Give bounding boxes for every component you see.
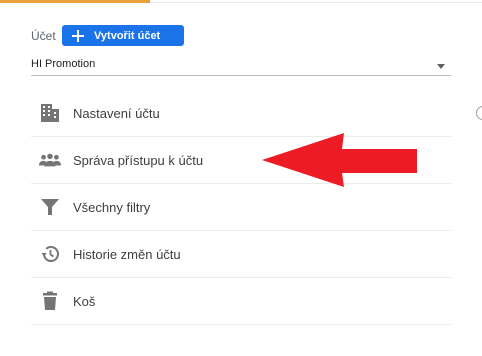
menu-item-account-settings[interactable]: Nastavení účtu — [31, 90, 451, 137]
menu-item-all-filters[interactable]: Všechny filtry — [31, 184, 451, 231]
building-icon — [39, 102, 61, 124]
help-circle-icon[interactable] — [476, 106, 482, 120]
people-icon — [39, 149, 61, 171]
menu-item-label: Správa přístupu k účtu — [73, 152, 204, 168]
filter-icon — [39, 196, 61, 218]
menu-item-label: Historie změn účtu — [73, 246, 181, 262]
create-account-label: Vytvořit účet — [94, 29, 161, 42]
menu-item-trash[interactable]: Koš — [31, 278, 451, 325]
trash-icon — [39, 290, 61, 312]
account-select-value: HI Promotion — [31, 58, 96, 70]
plus-icon — [72, 29, 84, 42]
top-accent-bar — [0, 0, 150, 3]
menu-item-change-history[interactable]: Historie změn účtu — [31, 231, 451, 278]
account-select[interactable]: HI Promotion — [31, 54, 451, 76]
annotation-arrow-icon — [262, 133, 417, 187]
caret-down-icon — [437, 64, 445, 69]
top-divider — [150, 2, 482, 3]
menu-item-label: Všechny filtry — [73, 199, 151, 215]
create-account-button[interactable]: Vytvořit účet — [62, 25, 184, 46]
menu-item-label: Koš — [73, 293, 96, 309]
account-menu: Nastavení účtu Správa přístupu k účtu Vš… — [31, 90, 451, 325]
menu-item-label: Nastavení účtu — [73, 105, 160, 121]
account-label: Účet — [31, 29, 56, 43]
history-icon — [39, 243, 61, 265]
